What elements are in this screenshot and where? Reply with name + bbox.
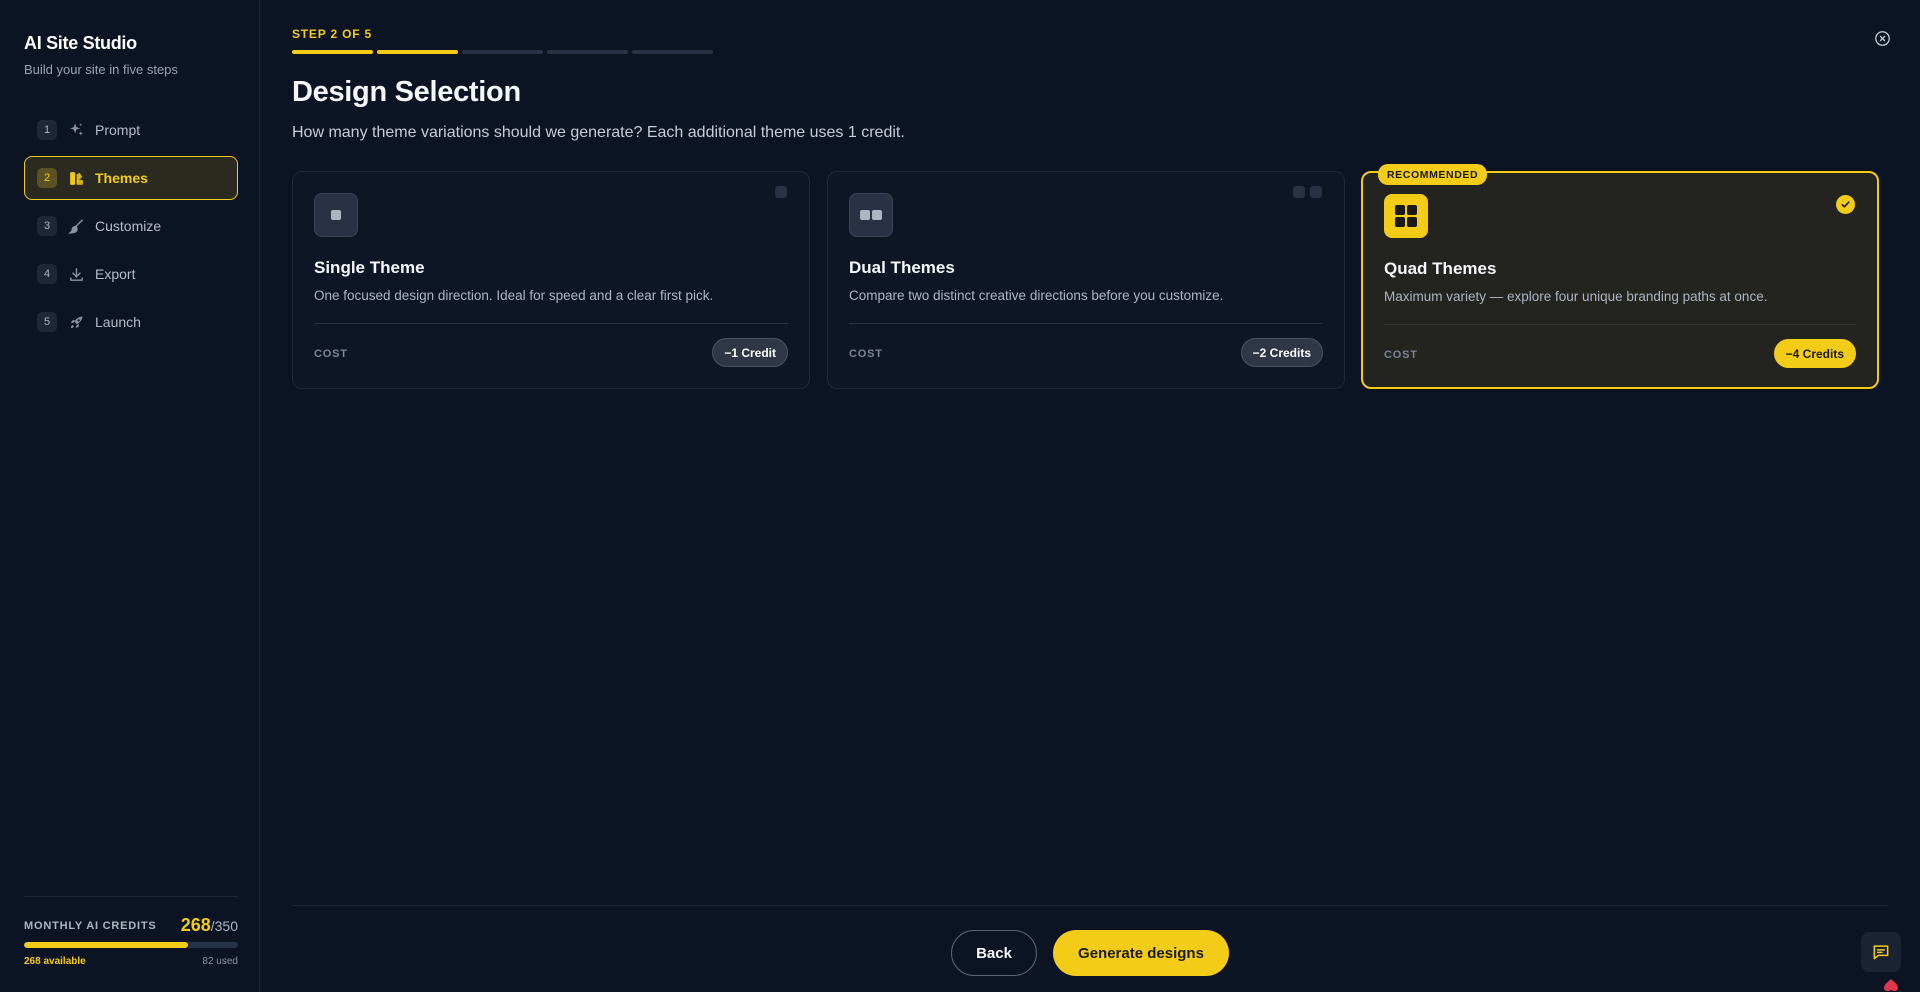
- page-subtitle: How many theme variations should we gene…: [292, 124, 905, 141]
- credits-count: 268/350: [181, 915, 238, 936]
- chat-icon: [1873, 945, 1889, 960]
- option-card-single[interactable]: Single Theme One focused design directio…: [292, 171, 810, 389]
- close-button[interactable]: [1873, 29, 1891, 47]
- divider: [24, 896, 238, 897]
- cost-label: COST: [1384, 349, 1418, 361]
- sparkles-icon: [67, 121, 85, 139]
- option-title: Quad Themes: [1384, 259, 1497, 278]
- progress-segment: [292, 50, 373, 54]
- credits-progress-bar: [24, 942, 238, 948]
- step-label: Themes: [95, 170, 148, 186]
- brand-title: AI Site Studio: [24, 33, 137, 53]
- back-button[interactable]: Back: [951, 930, 1037, 976]
- sidebar-step-launch[interactable]: 5 Launch: [24, 300, 238, 344]
- divider: [1384, 324, 1856, 325]
- step-label: Prompt: [95, 122, 141, 138]
- credits-progress-fill: [24, 942, 188, 948]
- sidebar-step-export[interactable]: 4 Export: [24, 252, 238, 296]
- progress-segment: [462, 50, 543, 54]
- divider: [292, 905, 1888, 906]
- close-icon: [1874, 30, 1890, 46]
- step-number: 1: [37, 120, 57, 140]
- single-theme-icon: [314, 193, 358, 237]
- divider: [849, 323, 1323, 324]
- sidebar: AI Site Studio Build your site in five s…: [0, 0, 260, 992]
- brush-icon: [67, 217, 85, 235]
- single-square-icon: [775, 186, 787, 198]
- progress-segment: [547, 50, 628, 54]
- step-number: 5: [37, 312, 57, 332]
- option-description: One focused design direction. Ideal for …: [314, 288, 714, 303]
- option-title: Single Theme: [314, 258, 425, 277]
- page-title: Design Selection: [292, 76, 521, 108]
- option-description: Compare two distinct creative directions…: [849, 288, 1224, 303]
- sidebar-step-prompt[interactable]: 1 Prompt: [24, 108, 238, 152]
- option-description: Maximum variety — explore four unique br…: [1384, 289, 1768, 304]
- option-card-dual[interactable]: Dual Themes Compare two distinct creativ…: [827, 171, 1345, 389]
- step-label: Launch: [95, 314, 141, 330]
- quad-theme-icon: [1384, 194, 1428, 238]
- cost-pill: −2 Credits: [1240, 338, 1323, 367]
- recommended-badge: RECOMMENDED: [1378, 164, 1488, 185]
- step-number: 3: [37, 216, 57, 236]
- cost-label: COST: [849, 348, 883, 360]
- credits-available: 268 available: [24, 956, 86, 967]
- rocket-icon: [67, 313, 85, 331]
- cost-pill: −1 Credit: [712, 338, 788, 367]
- cost-pill: −4 Credits: [1773, 339, 1856, 368]
- step-number: 2: [37, 168, 57, 188]
- check-icon: [1836, 195, 1855, 214]
- credits-used: 82 used: [202, 956, 238, 967]
- dual-squares-icon: [1293, 186, 1322, 198]
- divider: [314, 323, 788, 324]
- step-number: 4: [37, 264, 57, 284]
- steps-nav: 1 Prompt 2 Themes 3 Customize 4 Export 5…: [24, 108, 238, 348]
- download-icon: [67, 265, 85, 283]
- generate-designs-button[interactable]: Generate designs: [1053, 930, 1229, 976]
- credits-label: MONTHLY AI CREDITS: [24, 920, 157, 932]
- cost-label: COST: [314, 348, 348, 360]
- option-card-quad[interactable]: RECOMMENDED Quad Themes Maximum variety …: [1361, 164, 1879, 389]
- credits-current: 268: [180, 915, 211, 935]
- option-title: Dual Themes: [849, 258, 955, 277]
- notification-heart-icon: [1884, 979, 1898, 992]
- progress-segment: [377, 50, 458, 54]
- sidebar-step-customize[interactable]: 3 Customize: [24, 204, 238, 248]
- sidebar-step-themes[interactable]: 2 Themes: [24, 156, 238, 200]
- credits-total: 350: [214, 918, 238, 934]
- palette-icon: [67, 169, 85, 187]
- brand-subtitle: Build your site in five steps: [24, 62, 178, 77]
- dual-theme-icon: [849, 193, 893, 237]
- step-progress: [292, 50, 713, 54]
- step-label: Export: [95, 266, 136, 282]
- progress-segment: [632, 50, 713, 54]
- step-indicator: STEP 2 OF 5: [292, 27, 372, 41]
- step-label: Customize: [95, 218, 162, 234]
